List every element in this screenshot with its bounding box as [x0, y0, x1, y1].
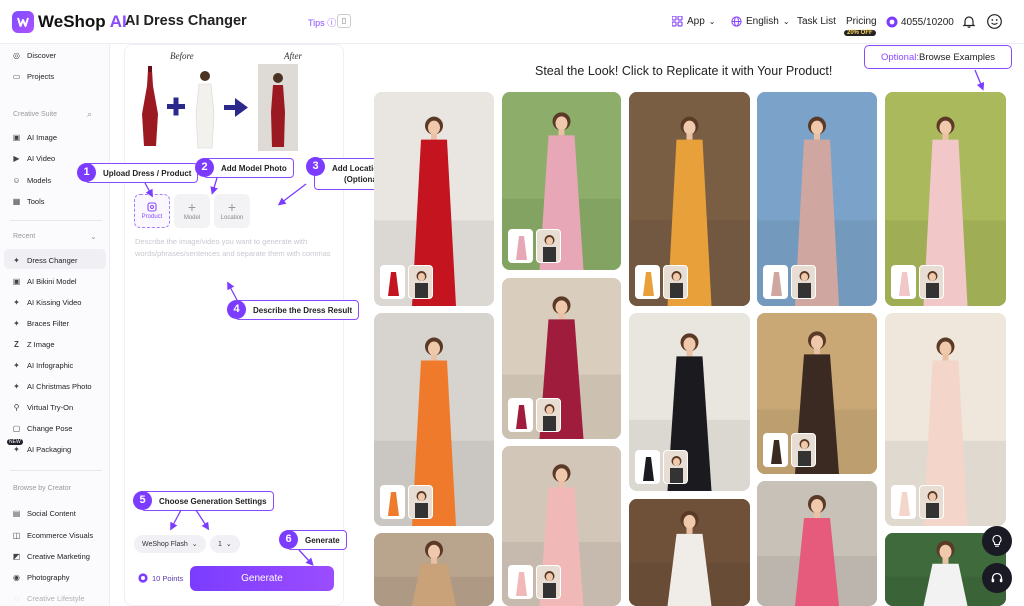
count-select[interactable]: 1 ⌄: [210, 535, 240, 553]
example-card-orange-dress[interactable]: [374, 313, 494, 526]
reference-thumbnail: [508, 398, 533, 432]
reference-thumbnail: [408, 265, 433, 299]
reference-thumbnail: [919, 265, 944, 299]
example-card-black-top-street[interactable]: [757, 313, 877, 474]
example-card-city-street[interactable]: [374, 533, 494, 606]
example-card-pink-dress-street[interactable]: [757, 481, 877, 606]
example-card-pink-ruffle-dress[interactable]: [885, 92, 1006, 306]
reference-thumbnail: [536, 229, 561, 263]
reference-thumbnail: [508, 229, 533, 263]
reference-thumbnail: [763, 433, 788, 467]
generate-button[interactable]: Generate: [190, 566, 334, 591]
browse-examples-callout[interactable]: Optional: Browse Examples: [864, 45, 1012, 69]
chevron-down-icon: ⌄: [191, 541, 198, 548]
example-card-black-butterfly-dress[interactable]: [629, 313, 750, 491]
reference-thumbnail: [919, 485, 944, 519]
support-headset-icon[interactable]: [982, 563, 1012, 593]
credit-icon: [138, 573, 148, 583]
idea-icon[interactable]: [982, 526, 1012, 556]
reference-thumbnail: [663, 450, 688, 484]
example-card-beige-dress-bow[interactable]: [885, 313, 1006, 526]
example-card-yellow-dress-cafe[interactable]: [629, 92, 750, 306]
reference-thumbnail: [791, 433, 816, 467]
points-cost: 10 Points: [138, 573, 183, 583]
example-card-red-satin-gown[interactable]: [374, 92, 494, 306]
example-card-pink-blouse[interactable]: [502, 446, 621, 606]
example-card-floral-dress-pier[interactable]: [757, 92, 877, 306]
reference-thumbnail: [380, 265, 405, 299]
reference-thumbnail: [663, 265, 688, 299]
reference-thumbnail: [763, 265, 788, 299]
example-card-red-dress-cafe[interactable]: [502, 278, 621, 439]
reference-thumbnail: [508, 565, 533, 599]
example-card-evening-market[interactable]: [629, 499, 750, 606]
reference-thumbnail: [891, 485, 916, 519]
reference-thumbnail: [891, 265, 916, 299]
reference-thumbnail: [380, 485, 405, 519]
reference-thumbnail: [408, 485, 433, 519]
gallery-title: Steal the Look! Click to Replicate it wi…: [535, 64, 833, 78]
reference-thumbnail: [791, 265, 816, 299]
reference-thumbnail: [536, 565, 561, 599]
chevron-down-icon: ⌄: [225, 541, 232, 548]
reference-thumbnail: [635, 265, 660, 299]
reference-thumbnail: [536, 398, 561, 432]
example-card-floral-dress-garden[interactable]: [502, 92, 621, 270]
model-select[interactable]: WeShop Flash ⌄: [134, 535, 206, 553]
reference-thumbnail: [635, 450, 660, 484]
